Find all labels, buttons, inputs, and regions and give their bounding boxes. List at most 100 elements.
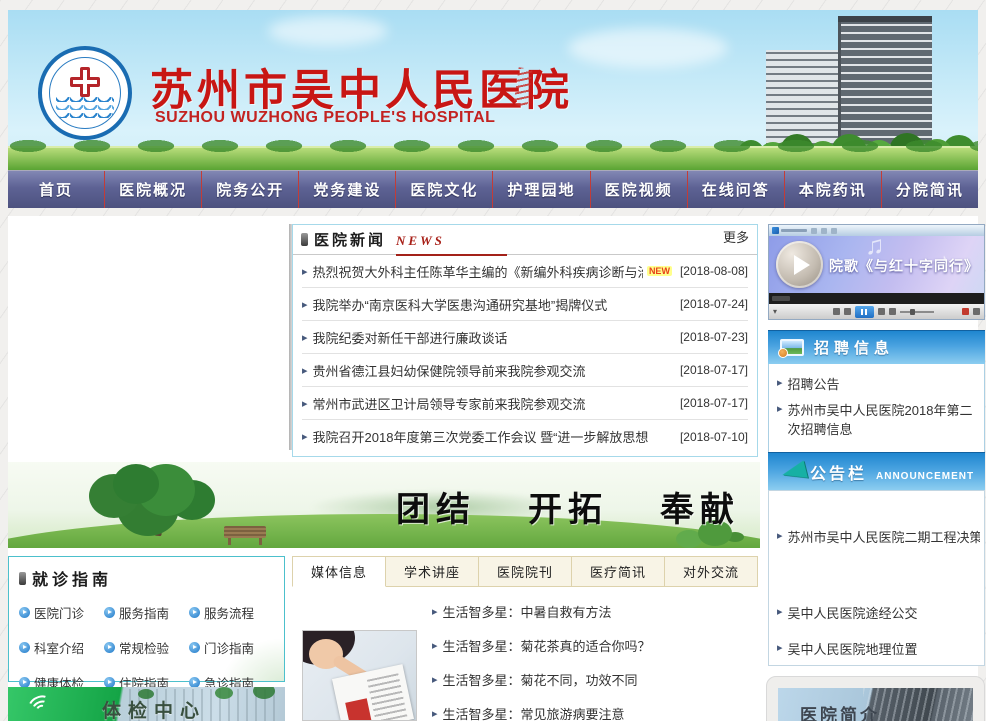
arrow-icon: ▸ (302, 430, 308, 443)
news-link[interactable]: 我院纪委对新任干部进行廉政谈话 (313, 328, 508, 347)
close-icon[interactable] (831, 228, 837, 234)
guide-link-outpatient-guide[interactable]: 门诊指南 (189, 638, 274, 657)
news-link[interactable]: 常州市武进区卫计局领导专家前来我院参观交流 (313, 394, 586, 413)
guide-link-outpatient[interactable]: 医院门诊 (19, 603, 104, 622)
nav-item-qa[interactable]: 在线问答 (688, 171, 785, 208)
guide-link-service-guide[interactable]: 服务指南 (104, 603, 189, 622)
list-item: ▸ 生活智多星：菊花不同，功效不同 (432, 662, 752, 696)
media-link[interactable]: 生活智多星：菊花茶真的适合你吗？ (443, 636, 651, 655)
slideshow-placeholder[interactable] (8, 218, 289, 456)
section-bullet-icon (19, 572, 26, 585)
media-link[interactable]: 生活智多星：常见旅游病要注意 (443, 704, 625, 721)
arrow-icon: ▸ (777, 376, 783, 395)
slogan-text: 团结 开拓 奉献 (396, 482, 740, 531)
record-icon[interactable] (962, 308, 969, 315)
hospital-logo-inner (49, 57, 121, 129)
hospital-intro-card[interactable]: 医院简介 (766, 676, 985, 721)
announcement-link[interactable]: 吴中人民医院途经公交 (788, 605, 918, 623)
announcement-link[interactable]: 苏州市吴中人民医院二期工程决策事 (788, 529, 980, 547)
red-cross-icon (70, 67, 100, 97)
nav-item-branch[interactable]: 分院简讯 (882, 171, 978, 208)
news-date: [2018-07-10] (672, 430, 748, 444)
list-item: ▸ 生活智多星：中暑自救有方法 (432, 594, 752, 628)
news-link[interactable]: 热烈祝贺大外科主任陈革华主编的《新编外科疾病诊断与治 (313, 262, 643, 281)
recruitment-link[interactable]: 苏州市吴中人民医院2018年第二次招聘信息 (788, 402, 976, 440)
recruitment-title: 招聘信息 (814, 337, 894, 358)
stop-icon[interactable] (833, 308, 840, 315)
nav-item-video[interactable]: 医院视频 (591, 171, 688, 208)
list-item: ▸ 生活智多星：常见旅游病要注意 (432, 696, 752, 721)
news-date: [2018-08-08] (672, 264, 748, 278)
volume-slider[interactable] (900, 311, 934, 313)
tab-media-info[interactable]: 媒体信息 (292, 556, 386, 587)
pause-button[interactable] (855, 306, 874, 318)
play-button[interactable] (776, 241, 823, 288)
guide-link-lab-tests[interactable]: 常规检验 (104, 638, 189, 657)
news-header: 医院新闻 NEWS 更多 (293, 225, 757, 255)
news-link[interactable]: 贵州省德江县妇幼保健院领导前来我院参观交流 (313, 361, 586, 380)
minimize-icon[interactable] (811, 228, 817, 234)
circle-arrow-icon (104, 607, 115, 618)
visit-guide-header: 就诊指南 (19, 566, 274, 590)
news-date: [2018-07-17] (672, 363, 748, 377)
nav-item-home[interactable]: 首页 (8, 171, 105, 208)
list-item: ▸ 吴中人民医院途经公交 (777, 605, 980, 623)
nav-item-nursing[interactable]: 护理园地 (493, 171, 590, 208)
tab-lectures[interactable]: 学术讲座 (386, 556, 479, 587)
news-row: ▸ 常州市武进区卫计局领导专家前来我院参观交流 [2018-07-17] (302, 387, 748, 420)
list-item: ▸ 吴中人民医院地理位置 (777, 641, 980, 659)
player-logo-icon (772, 227, 779, 234)
announcement-title: 公告栏 (810, 460, 867, 484)
playlist-icon[interactable] (889, 308, 896, 315)
tree-canopy (113, 464, 159, 504)
media-link[interactable]: 生活智多星：菊花不同，功效不同 (443, 670, 638, 689)
header-grass (8, 146, 978, 170)
guide-link-departments[interactable]: 科室介绍 (19, 638, 104, 657)
previous-icon[interactable] (844, 308, 851, 315)
checkup-center-label: 体检中心 (102, 696, 206, 721)
intro-building-photo: 医院简介 (778, 688, 973, 721)
announcement-link[interactable]: 吴中人民医院地理位置 (788, 641, 918, 659)
recruitment-link[interactable]: 招聘公告 (788, 376, 840, 395)
news-date: [2018-07-23] (672, 330, 748, 344)
page: 苏州市吴中人民医院 SUZHOU WUZHONG PEOPLE'S HOSPIT… (0, 0, 986, 721)
nav-item-affairs[interactable]: 院务公开 (202, 171, 299, 208)
tab-exchange[interactable]: 对外交流 (665, 556, 758, 587)
circle-arrow-icon (19, 607, 30, 618)
nav-item-party[interactable]: 党务建设 (299, 171, 396, 208)
checkup-center-banner[interactable]: 体检中心 (8, 687, 285, 721)
announcement-header: 公告栏 ANNOUNCEMENT (768, 452, 985, 490)
news-link[interactable]: 我院召开2018年度第三次党委工作会议 暨“进一步解放思想 (313, 427, 649, 446)
slogan-word: 开拓 (528, 482, 608, 531)
bench-decoration (224, 526, 266, 538)
nav-item-pharmacy[interactable]: 本院药讯 (785, 171, 882, 208)
recruitment-list: ▸ 招聘公告 ▸ 苏州市吴中人民医院2018年第二次招聘信息 (768, 364, 985, 457)
news-row: ▸ 热烈祝贺大外科主任陈革华主编的《新编外科疾病诊断与治 NEW [2018-0… (302, 255, 748, 288)
news-more-link[interactable]: 更多 (723, 227, 749, 246)
media-article-photo[interactable] (302, 630, 417, 721)
hospital-logo[interactable] (38, 46, 132, 140)
nav-item-overview[interactable]: 医院概况 (105, 171, 202, 208)
recruitment-header: 招聘信息 (768, 330, 985, 364)
circle-arrow-icon (104, 642, 115, 653)
photo-newspaper (332, 664, 414, 721)
nav-item-culture[interactable]: 医院文化 (396, 171, 493, 208)
player-controls: ▾ (769, 304, 984, 319)
maximize-icon[interactable] (821, 228, 827, 234)
news-link[interactable]: 我院举办“南京医科大学医患沟通研究基地”揭牌仪式 (313, 295, 608, 314)
arrow-icon: ▸ (777, 529, 783, 547)
settings-icon[interactable] (973, 308, 980, 315)
news-row: ▸ 我院召开2018年度第三次党委工作会议 暨“进一步解放思想 [2018-07… (302, 420, 748, 453)
guide-link-service-flow[interactable]: 服务流程 (189, 603, 274, 622)
slogan-banner: 团结 开拓 奉献 (8, 462, 760, 548)
arrow-icon: ▸ (777, 605, 783, 623)
playlist-dropdown-icon[interactable]: ▾ (773, 307, 777, 316)
arrow-icon: ▸ (302, 265, 308, 278)
seek-bar[interactable] (769, 293, 984, 304)
tab-journal[interactable]: 医院院刊 (479, 556, 572, 587)
list-item: ▸ 苏州市吴中人民医院2018年第二次招聘信息 (777, 402, 976, 440)
next-icon[interactable] (878, 308, 885, 315)
slogan-word: 奉献 (660, 482, 740, 531)
tab-medical-news[interactable]: 医疗简讯 (572, 556, 665, 587)
media-link[interactable]: 生活智多星：中暑自救有方法 (443, 602, 612, 621)
